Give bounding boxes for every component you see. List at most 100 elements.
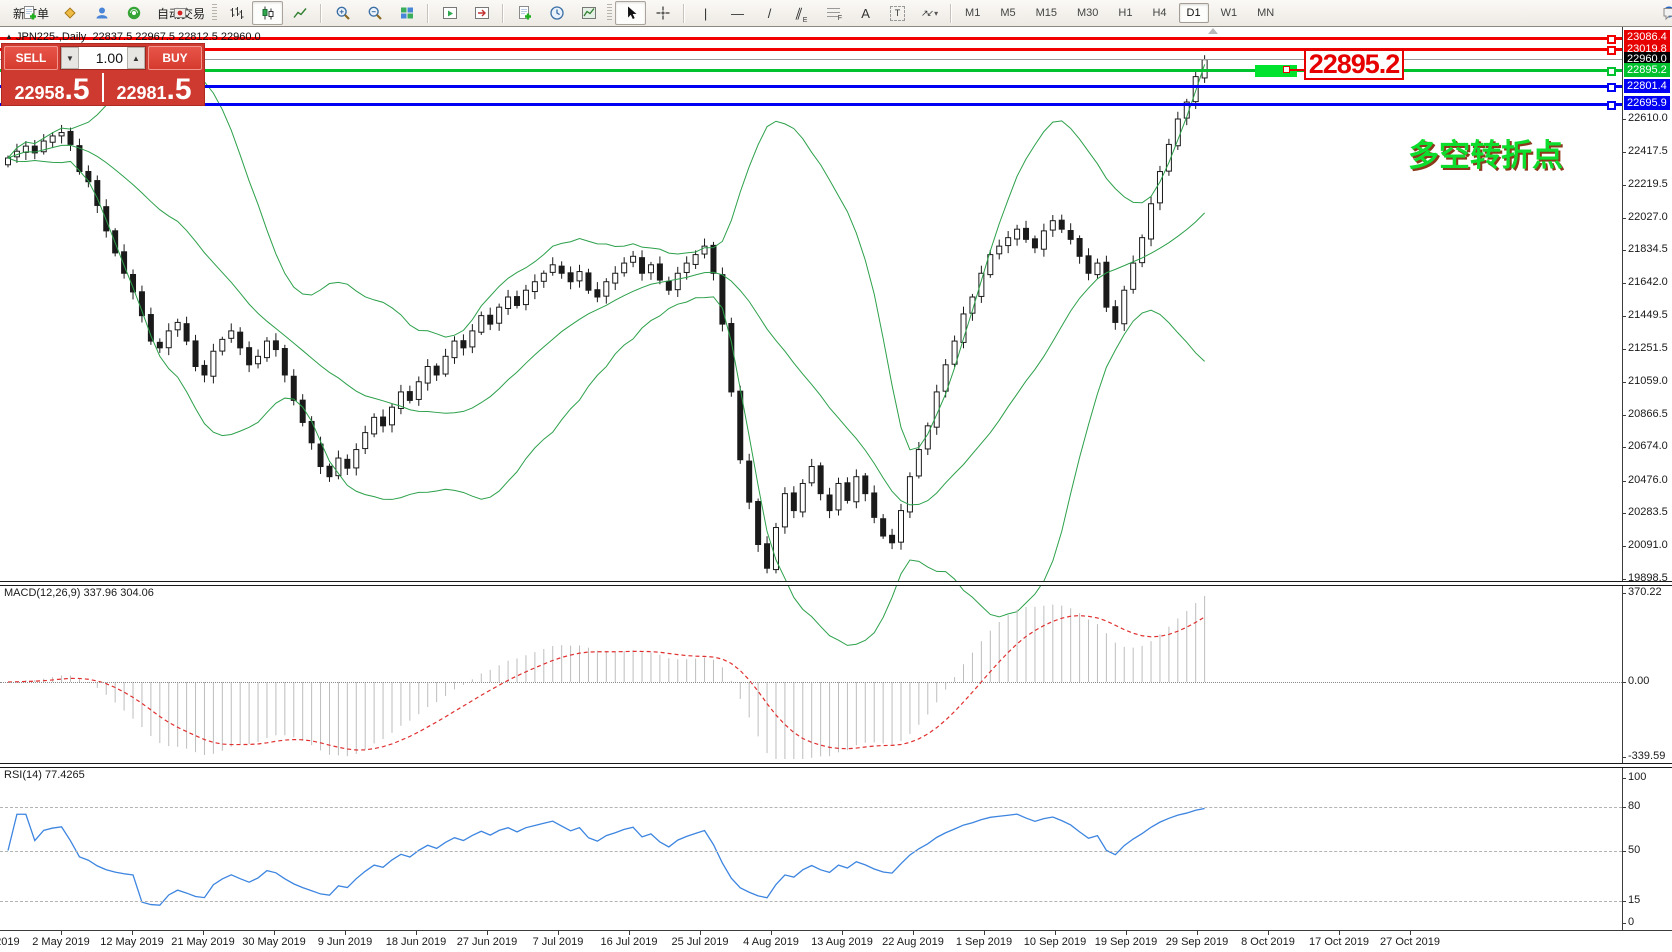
tile-windows-button[interactable]: [391, 1, 422, 25]
cursor-button[interactable]: [615, 1, 646, 25]
timeframe-d1[interactable]: D1: [1179, 3, 1209, 23]
indicators-button[interactable]: ▾: [509, 1, 540, 25]
arrows-button[interactable]: ↗↙▾: [914, 1, 945, 25]
date-axis-tick: [416, 931, 417, 935]
crosshair-button[interactable]: [647, 1, 678, 25]
candlestick-icon: [260, 5, 276, 21]
date-axis-label: 2 May 2019: [32, 936, 89, 948]
date-axis-tick: [274, 931, 275, 935]
candlestick-button[interactable]: [252, 1, 283, 25]
template-button[interactable]: ▾: [573, 1, 604, 25]
panel-splitter[interactable]: [0, 581, 1672, 586]
date-axis-label: 9 Jun 2019: [318, 936, 372, 948]
template-icon: [581, 5, 597, 21]
macd-zero-line: [0, 682, 1622, 683]
price-axis-tick: [1622, 579, 1626, 580]
rsi-axis-tick: [1622, 901, 1626, 902]
market-button[interactable]: [54, 1, 85, 25]
price-axis-tick: [1622, 513, 1626, 514]
timeframe-m5[interactable]: M5: [992, 3, 1023, 23]
text-icon: A: [861, 7, 870, 20]
toolbar-separator: [683, 4, 685, 23]
price-axis-label: 21834.5: [1628, 243, 1668, 255]
date-axis-tick: [558, 931, 559, 935]
trendline-button[interactable]: /: [754, 1, 785, 25]
panel-splitter[interactable]: [0, 763, 1672, 768]
chat-icon[interactable]: [1662, 6, 1672, 21]
price-axis-border: [1622, 27, 1623, 930]
price-annotation: 22895.2: [1304, 49, 1404, 80]
timeframe-h4[interactable]: H4: [1144, 3, 1174, 23]
text-label-button[interactable]: T: [882, 1, 913, 25]
price-axis-tick: [1622, 250, 1626, 251]
date-axis-label: 19 Sep 2019: [1095, 936, 1157, 948]
indicators-icon: [517, 5, 533, 21]
date-axis-label: 29 Sep 2019: [1166, 936, 1228, 948]
price-line-axis-label: 22695.9: [1624, 96, 1670, 110]
timeframe-h1[interactable]: H1: [1110, 3, 1140, 23]
new-order-button[interactable]: 新订单: [6, 1, 53, 25]
zoom-out-button[interactable]: [359, 1, 390, 25]
date-axis-tick: [1055, 931, 1056, 935]
signals-button[interactable]: [118, 1, 149, 25]
horizontal-line-button[interactable]: —: [722, 1, 753, 25]
callout-connector: [1290, 69, 1304, 71]
price-line-22695.9: [0, 103, 1622, 106]
macd-histogram: [8, 596, 1205, 759]
date-axis-tick: [771, 931, 772, 935]
timeframe-m15[interactable]: M15: [1028, 3, 1065, 23]
cursor-icon: [623, 5, 639, 21]
price-axis-tick: [1622, 283, 1626, 284]
toolbar-separator: [502, 4, 504, 23]
price-axis-label: 22610.0: [1628, 112, 1668, 124]
price-line-anchor: [1607, 101, 1616, 110]
buy-price[interactable]: 22981 .5: [104, 71, 204, 104]
rsi-level-15: [0, 901, 1622, 902]
text-button[interactable]: A: [850, 1, 881, 25]
toolbar-separator: [950, 4, 952, 23]
rsi-axis-tick: [1622, 778, 1626, 779]
zoom-out-icon: [367, 5, 383, 21]
equidistant-channel-button[interactable]: ∥E: [786, 1, 817, 25]
rsi-line: [8, 808, 1205, 905]
macd-axis-label: -339.59: [1628, 750, 1665, 762]
community-button[interactable]: [86, 1, 117, 25]
date-axis-label: 21 May 2019: [171, 936, 235, 948]
line-chart-button[interactable]: [284, 1, 315, 25]
panel-collapse-arrow[interactable]: ▲: [5, 32, 13, 41]
periods-button[interactable]: ▾: [541, 1, 572, 25]
volume-increase-button[interactable]: ▲: [127, 47, 145, 69]
auto-scroll-button[interactable]: [434, 1, 465, 25]
bollinger-bands-layer: [8, 63, 1205, 645]
price-axis-label: 21642.0: [1628, 276, 1668, 288]
timeframe-group: M1M5M15M30H1H4D1W1MN: [957, 3, 1282, 23]
community-icon: [94, 5, 110, 21]
macd-axis-tick: [1622, 757, 1626, 758]
volume-decrease-button[interactable]: ▼: [61, 47, 79, 69]
macd-label: MACD(12,26,9) 337.96 304.06: [4, 587, 154, 599]
timeframe-m1[interactable]: M1: [957, 3, 988, 23]
price-axis-tick: [1622, 316, 1626, 317]
date-axis-tick: [487, 931, 488, 935]
timeframe-w1[interactable]: W1: [1213, 3, 1246, 23]
bar-chart-button[interactable]: [220, 1, 251, 25]
zoom-in-button[interactable]: [327, 1, 358, 25]
macd-axis-tick: [1622, 593, 1626, 594]
timeframe-m30[interactable]: M30: [1069, 3, 1106, 23]
price-axis-tick: [1622, 481, 1626, 482]
rsi-axis-label: 15: [1628, 894, 1640, 906]
buy-button[interactable]: BUY: [148, 46, 202, 70]
rsi-level-80: [0, 807, 1622, 808]
sell-price[interactable]: 22958 .5: [2, 71, 102, 104]
macd-signal-value: 304.06: [120, 587, 154, 599]
timeframe-mn[interactable]: MN: [1249, 3, 1282, 23]
sell-button[interactable]: SELL: [4, 46, 58, 70]
price-axis-tick: [1622, 185, 1626, 186]
date-axis-tick: [984, 931, 985, 935]
chart-shift-button[interactable]: [466, 1, 497, 25]
vertical-line-button[interactable]: |: [690, 1, 721, 25]
volume-value[interactable]: 1.00: [79, 50, 127, 66]
autotrading-button[interactable]: 自动交易: [150, 1, 209, 25]
fibonacci-button[interactable]: F: [818, 1, 849, 25]
price-line-anchor: [1607, 35, 1616, 44]
